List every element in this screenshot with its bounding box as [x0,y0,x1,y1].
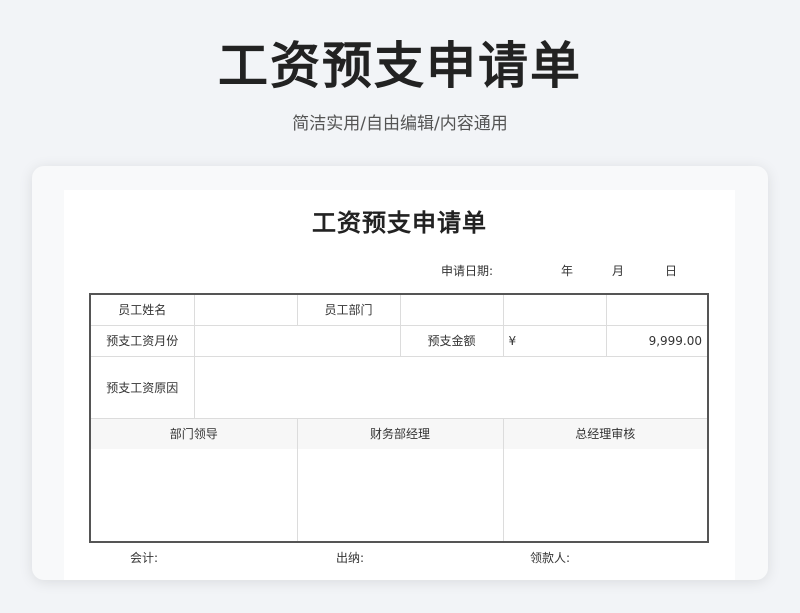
date-month-label: 月 [612,264,625,278]
application-form-table: 员工姓名 员工部门 预支工资月份 预支金额 ¥ 9,999.00 预支工资原因 … [89,293,709,543]
extra-field-2[interactable] [605,293,709,326]
recipient-label: 领款人: [530,551,571,565]
employee-row: 员工姓名 员工部门 [89,293,709,326]
employee-name-label: 员工姓名 [89,293,195,326]
reason-row: 预支工资原因 [89,355,709,419]
date-day-label: 日 [665,264,678,278]
advance-amount-label: 预支金额 [399,324,504,357]
form-sheet: 工资预支申请单 申请日期: 年 月 日 员工姓名 员工部门 预支工资月份 预支金… [64,190,735,580]
employee-name-field[interactable] [193,293,298,326]
gm-review-signature[interactable] [502,449,709,543]
dept-leader-signature[interactable] [89,449,298,543]
cashier-label: 出纳: [336,551,365,565]
approval-signature-row [89,449,709,543]
advance-amount-field[interactable]: 9,999.00 [605,324,709,357]
page-title: 工资预支申请单 [218,37,582,95]
advance-reason-field[interactable] [193,355,709,419]
finance-manager-label: 财务部经理 [296,417,504,449]
accountant-label: 会计: [130,551,159,565]
date-year-label: 年 [561,264,574,278]
page-subtitle: 简洁实用/自由编辑/内容通用 [292,114,508,134]
gm-review-label: 总经理审核 [502,417,709,449]
currency-symbol: ¥ [502,324,607,357]
department-label: 员工部门 [296,293,401,326]
advance-month-field[interactable] [193,324,401,357]
approval-header-row: 部门领导 财务部经理 总经理审核 [89,417,709,449]
form-title: 工资预支申请单 [312,209,487,237]
advance-month-label: 预支工资月份 [89,324,195,357]
advance-reason-label: 预支工资原因 [89,355,195,419]
dept-leader-label: 部门领导 [89,417,298,449]
department-field[interactable] [399,293,504,326]
application-date-label: 申请日期: [441,264,494,278]
amount-row: 预支工资月份 预支金额 ¥ 9,999.00 [89,324,709,357]
finance-manager-signature[interactable] [296,449,504,543]
extra-field-1[interactable] [502,293,607,326]
